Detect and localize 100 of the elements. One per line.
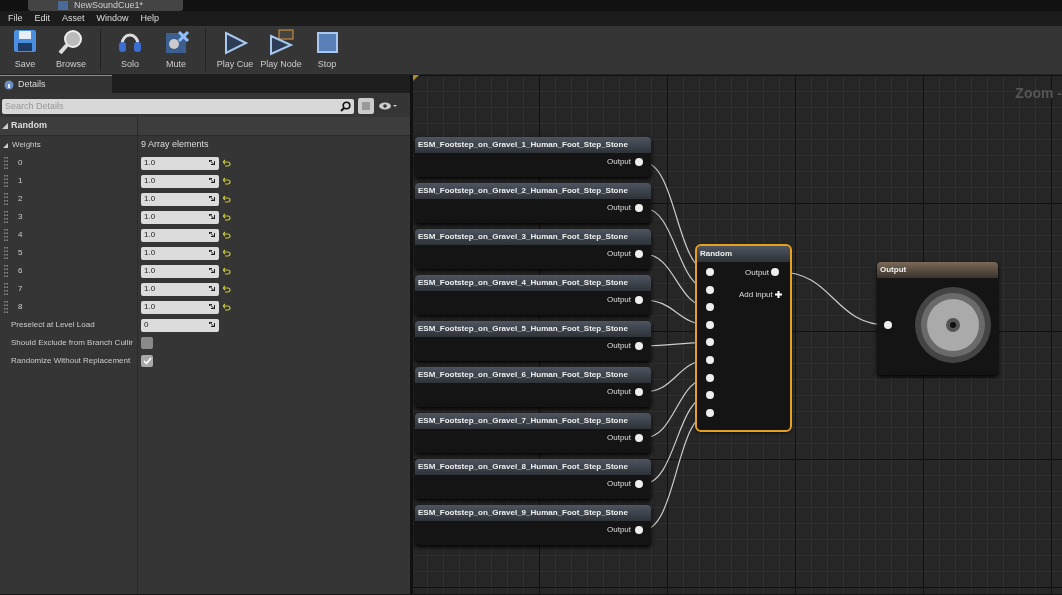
node-title: ESM_Footstep_on_Gravel_9_Human_Foot_Step_Stone [415,505,651,521]
array-index: 6 [18,265,23,277]
add-input-button[interactable]: Add input [738,289,782,301]
stop-button[interactable]: Stop [304,28,350,72]
node-title: ESM_Footstep_on_Gravel_8_Human_Foot_Step_Stone [415,459,651,475]
array-index: 3 [18,211,23,223]
reset-icon[interactable] [223,249,231,257]
wave-player-node[interactable]: ESM_Footstep_on_Gravel_5_Human_Foot_Step_Stone Output [415,321,651,361]
resize-handle-icon [208,159,216,167]
drag-handle-icon[interactable] [4,283,8,295]
corner-marker-icon [413,75,419,81]
reset-icon[interactable] [223,285,231,293]
number-field[interactable]: 1.0 [141,264,219,278]
menu-item[interactable]: Asset [56,11,91,26]
number-field[interactable]: 1.0 [141,156,219,170]
pin-connector[interactable] [884,321,892,329]
pin-connector[interactable] [706,268,714,276]
wave-player-node[interactable]: ESM_Footstep_on_Gravel_1_Human_Foot_Step_Stone Output [415,137,651,177]
array-index: 1 [18,175,23,187]
reset-icon[interactable] [223,177,231,185]
output-node[interactable]: Output [877,262,998,375]
drag-handle-icon[interactable] [4,247,8,259]
reset-icon[interactable] [223,159,231,167]
pin-label: Output [607,294,631,306]
collapse-arrow-icon[interactable] [3,142,8,148]
menu-item[interactable]: File [2,11,29,26]
pin-connector[interactable] [635,158,643,166]
node-title: Output [877,262,998,278]
menu-item[interactable]: Window [90,11,135,26]
zoom-label: Zoom - [1015,84,1062,103]
array-index: 0 [18,157,23,169]
checkbox[interactable] [141,337,153,349]
resize-handle-icon [208,213,216,221]
pin-connector[interactable] [635,388,643,396]
random-node[interactable]: Random Output Add input [697,246,790,431]
property-label: Randomize Without Replacement [11,355,131,367]
menu-item[interactable]: Help [134,11,166,26]
drag-handle-icon[interactable] [4,175,8,187]
reset-icon[interactable] [223,267,231,275]
number-field[interactable]: 1.0 [141,228,219,242]
drag-handle-icon[interactable] [4,193,8,205]
playnode-button[interactable]: Play Node [258,28,304,72]
wave-player-node[interactable]: ESM_Footstep_on_Gravel_7_Human_Foot_Step_Stone Output [415,413,651,453]
play-button[interactable]: Play Cue [212,28,258,72]
pin-connector[interactable] [771,268,779,276]
node-title: Random [697,246,790,262]
pin-connector[interactable] [635,480,643,488]
array-index: 2 [18,193,23,205]
details-tab[interactable]: Details [0,75,112,93]
wave-player-node[interactable]: ESM_Footstep_on_Gravel_3_Human_Foot_Step_Stone Output [415,229,651,269]
resize-handle-icon [208,231,216,239]
pin-label: Output [607,432,631,444]
pin-label: Output [745,267,769,279]
property-label: Should Exclude from Branch Cullir [11,337,133,349]
number-field[interactable]: 1.0 [141,174,219,188]
reset-icon[interactable] [223,213,231,221]
search-icon [340,100,351,112]
pin-connector[interactable] [635,250,643,258]
node-title: ESM_Footstep_on_Gravel_3_Human_Foot_Step_Stone [415,229,651,245]
node-title: ESM_Footstep_on_Gravel_1_Human_Foot_Step_Stone [415,137,651,153]
pin-connector[interactable] [635,342,643,350]
number-field[interactable]: 0 [141,318,219,332]
wave-player-node[interactable]: ESM_Footstep_on_Gravel_8_Human_Foot_Step_Stone Output [415,459,651,499]
property-label: Weights [12,139,41,151]
reset-icon[interactable] [223,231,231,239]
wave-player-node[interactable]: ESM_Footstep_on_Gravel_6_Human_Foot_Step_Stone Output [415,367,651,407]
pin-connector[interactable] [635,526,643,534]
drag-handle-icon[interactable] [4,301,8,313]
drag-handle-icon[interactable] [4,157,8,169]
number-field[interactable]: 1.0 [141,282,219,296]
number-field[interactable]: 1.0 [141,210,219,224]
solo-button[interactable]: Solo [107,28,153,72]
collapse-arrow-icon[interactable] [2,123,8,129]
eye-icon[interactable] [378,101,398,111]
drag-handle-icon[interactable] [4,229,8,241]
drag-handle-icon[interactable] [4,211,8,223]
node-title: ESM_Footstep_on_Gravel_4_Human_Foot_Step_Stone [415,275,651,291]
number-field[interactable]: 1.0 [141,192,219,206]
pin-connector[interactable] [635,296,643,304]
node-title: ESM_Footstep_on_Gravel_6_Human_Foot_Step_Stone [415,367,651,383]
reset-icon[interactable] [223,195,231,203]
pin-connector[interactable] [706,356,714,364]
document-tab[interactable]: NewSoundCue1* [28,0,184,11]
number-field[interactable]: 1.0 [141,246,219,260]
pin-connector[interactable] [635,434,643,442]
drag-handle-icon[interactable] [4,265,8,277]
wave-player-node[interactable]: ESM_Footstep_on_Gravel_4_Human_Foot_Step_Stone Output [415,275,651,315]
mute-button[interactable]: Mute [153,28,199,72]
wave-player-node[interactable]: ESM_Footstep_on_Gravel_2_Human_Foot_Step_Stone Output [415,183,651,223]
save-button[interactable]: Save [2,28,48,72]
resize-handle-icon [208,249,216,257]
pin-connector[interactable] [635,204,643,212]
number-field[interactable]: 1.0 [141,300,219,314]
checkbox[interactable] [141,355,153,367]
wave-player-node[interactable]: ESM_Footstep_on_Gravel_9_Human_Foot_Step_Stone Output [415,505,651,545]
browse-button[interactable]: Browse [48,28,94,72]
resize-handle-icon [208,321,216,329]
reset-icon[interactable] [223,303,231,311]
menu-item[interactable]: Edit [28,11,57,26]
array-summary: 9 Array elements [141,138,209,152]
